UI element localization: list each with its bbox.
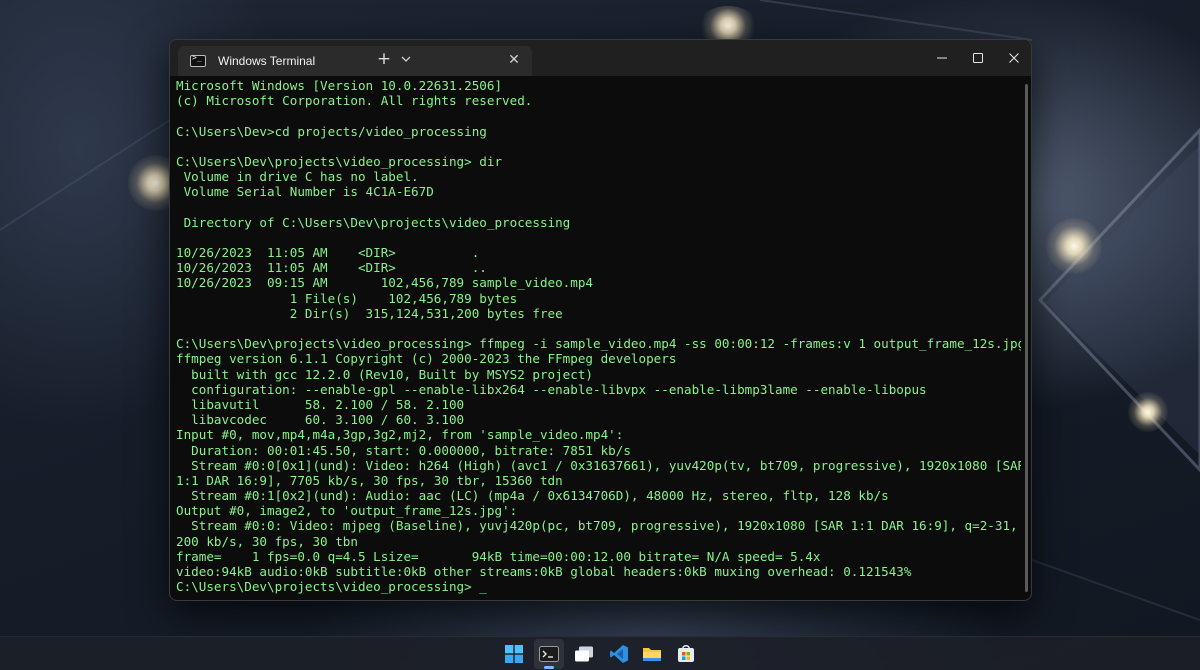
terminal-line: ffmpeg version 6.1.1 Copyright (c) 2000-… <box>176 351 677 367</box>
terminal-line: frame= 1 fps=0.0 q=4.5 Lsize= 94kB time=… <box>176 548 821 564</box>
terminal-line: video:94kB audio:0kB subtitle:0kB other … <box>176 564 912 579</box>
terminal-line: Duration: 00:01:45.50, start: 0.000000, … <box>176 442 631 458</box>
terminal-line: Output #0, image2, to 'output_frame_12s.… <box>176 503 518 519</box>
terminal-line: 1 File(s) 102,456,789 bytes <box>176 290 518 306</box>
tab-dropdown-button[interactable] <box>398 50 414 68</box>
terminal-line: C:\Users\Dev\projects\video_processing> … <box>176 153 503 169</box>
maximize-button[interactable] <box>960 44 996 72</box>
tab-title: Windows Terminal <box>218 54 316 68</box>
terminal-line: libavcodec 60. 3.100 / 60. 3.100 <box>176 412 465 428</box>
file-explorer-button[interactable] <box>637 639 667 669</box>
prompt-line: C:\Users\Dev\projects\video_processing> … <box>176 579 1021 594</box>
text-cursor: _ <box>479 579 487 595</box>
command-prompt: C:\Users\Dev\projects\video_processing> <box>176 579 480 595</box>
minimize-icon <box>937 57 947 59</box>
close-tab-button[interactable]: ✕ <box>506 52 522 68</box>
terminal-window: Windows Terminal ✕ + Microsoft Wi <box>169 39 1032 601</box>
terminal-line: C:\Users\Dev>cd projects/video_processin… <box>176 123 487 139</box>
terminal-line: Volume in drive C has no label. <box>176 169 419 185</box>
terminal-line: 200 kb/s, 30 fps, 30 tbn <box>176 533 358 549</box>
scrollbar[interactable] <box>1025 84 1028 592</box>
terminal-line: 2 Dir(s) 315,124,531,200 bytes free <box>176 305 563 321</box>
terminal-line: 1:1 DAR 16:9], 7705 kb/s, 30 fps, 30 tbr… <box>176 472 563 488</box>
task-view-icon <box>575 646 593 662</box>
terminal-icon <box>190 53 206 67</box>
terminal-line: built with gcc 12.2.0 (Rev10, Built by M… <box>176 366 594 382</box>
terminal-line: configuration: --enable-gpl --enable-lib… <box>176 381 927 397</box>
new-tab-button[interactable]: + <box>374 49 394 69</box>
terminal-line: libavutil 58. 2.100 / 58. 2.100 <box>176 396 465 412</box>
terminal-line: 10/26/2023 11:05 AM <DIR> .. <box>176 260 487 276</box>
maximize-icon <box>973 53 983 63</box>
file-explorer-icon <box>643 648 661 661</box>
microsoft-store-icon <box>678 645 694 662</box>
start-button[interactable] <box>499 639 529 669</box>
terminal-line: Stream #0:0[0x1](und): Video: h264 (High… <box>176 457 1021 473</box>
terminal-line: 10/26/2023 09:15 AM 102,456,789 sample_v… <box>176 275 594 291</box>
microsoft-store-button[interactable] <box>671 639 701 669</box>
terminal-output[interactable]: Microsoft Windows [Version 10.0.22631.25… <box>176 76 1021 600</box>
active-app-indicator <box>544 666 554 669</box>
title-bar[interactable]: Windows Terminal ✕ + <box>170 40 1031 76</box>
terminal-line: Input #0, mov,mp4,m4a,3gp,3g2,mj2, from … <box>176 427 624 443</box>
terminal-line: Microsoft Windows [Version 10.0.22631.25… <box>176 78 503 93</box>
wallpaper-light <box>1046 218 1102 274</box>
close-icon <box>1009 53 1019 63</box>
wallpaper-light <box>1128 392 1168 432</box>
taskbar <box>0 636 1200 670</box>
terminal-line: Volume Serial Number is 4C1A-E67D <box>176 184 434 200</box>
terminal-line: (c) Microsoft Corporation. All rights re… <box>176 93 533 109</box>
terminal-line: C:\Users\Dev\projects\video_processing> … <box>176 336 1021 352</box>
vscode-icon <box>610 645 628 663</box>
windows-start-icon <box>505 645 523 663</box>
terminal-line: 10/26/2023 11:05 AM <DIR> . <box>176 245 480 261</box>
terminal-icon <box>539 646 559 662</box>
close-window-button[interactable] <box>996 44 1031 72</box>
vscode-button[interactable] <box>604 639 634 669</box>
tab-windows-terminal[interactable]: Windows Terminal ✕ <box>178 46 532 76</box>
terminal-line: Stream #0:0: Video: mjpeg (Baseline), yu… <box>176 518 1018 534</box>
taskbar-terminal-button[interactable] <box>534 639 564 669</box>
task-view-button[interactable] <box>569 639 599 669</box>
terminal-line: Directory of C:\Users\Dev\projects\video… <box>176 214 571 230</box>
terminal-line: Stream #0:1[0x2](und): Audio: aac (LC) (… <box>176 488 889 504</box>
minimize-button[interactable] <box>924 44 960 72</box>
chevron-down-icon <box>401 56 411 62</box>
